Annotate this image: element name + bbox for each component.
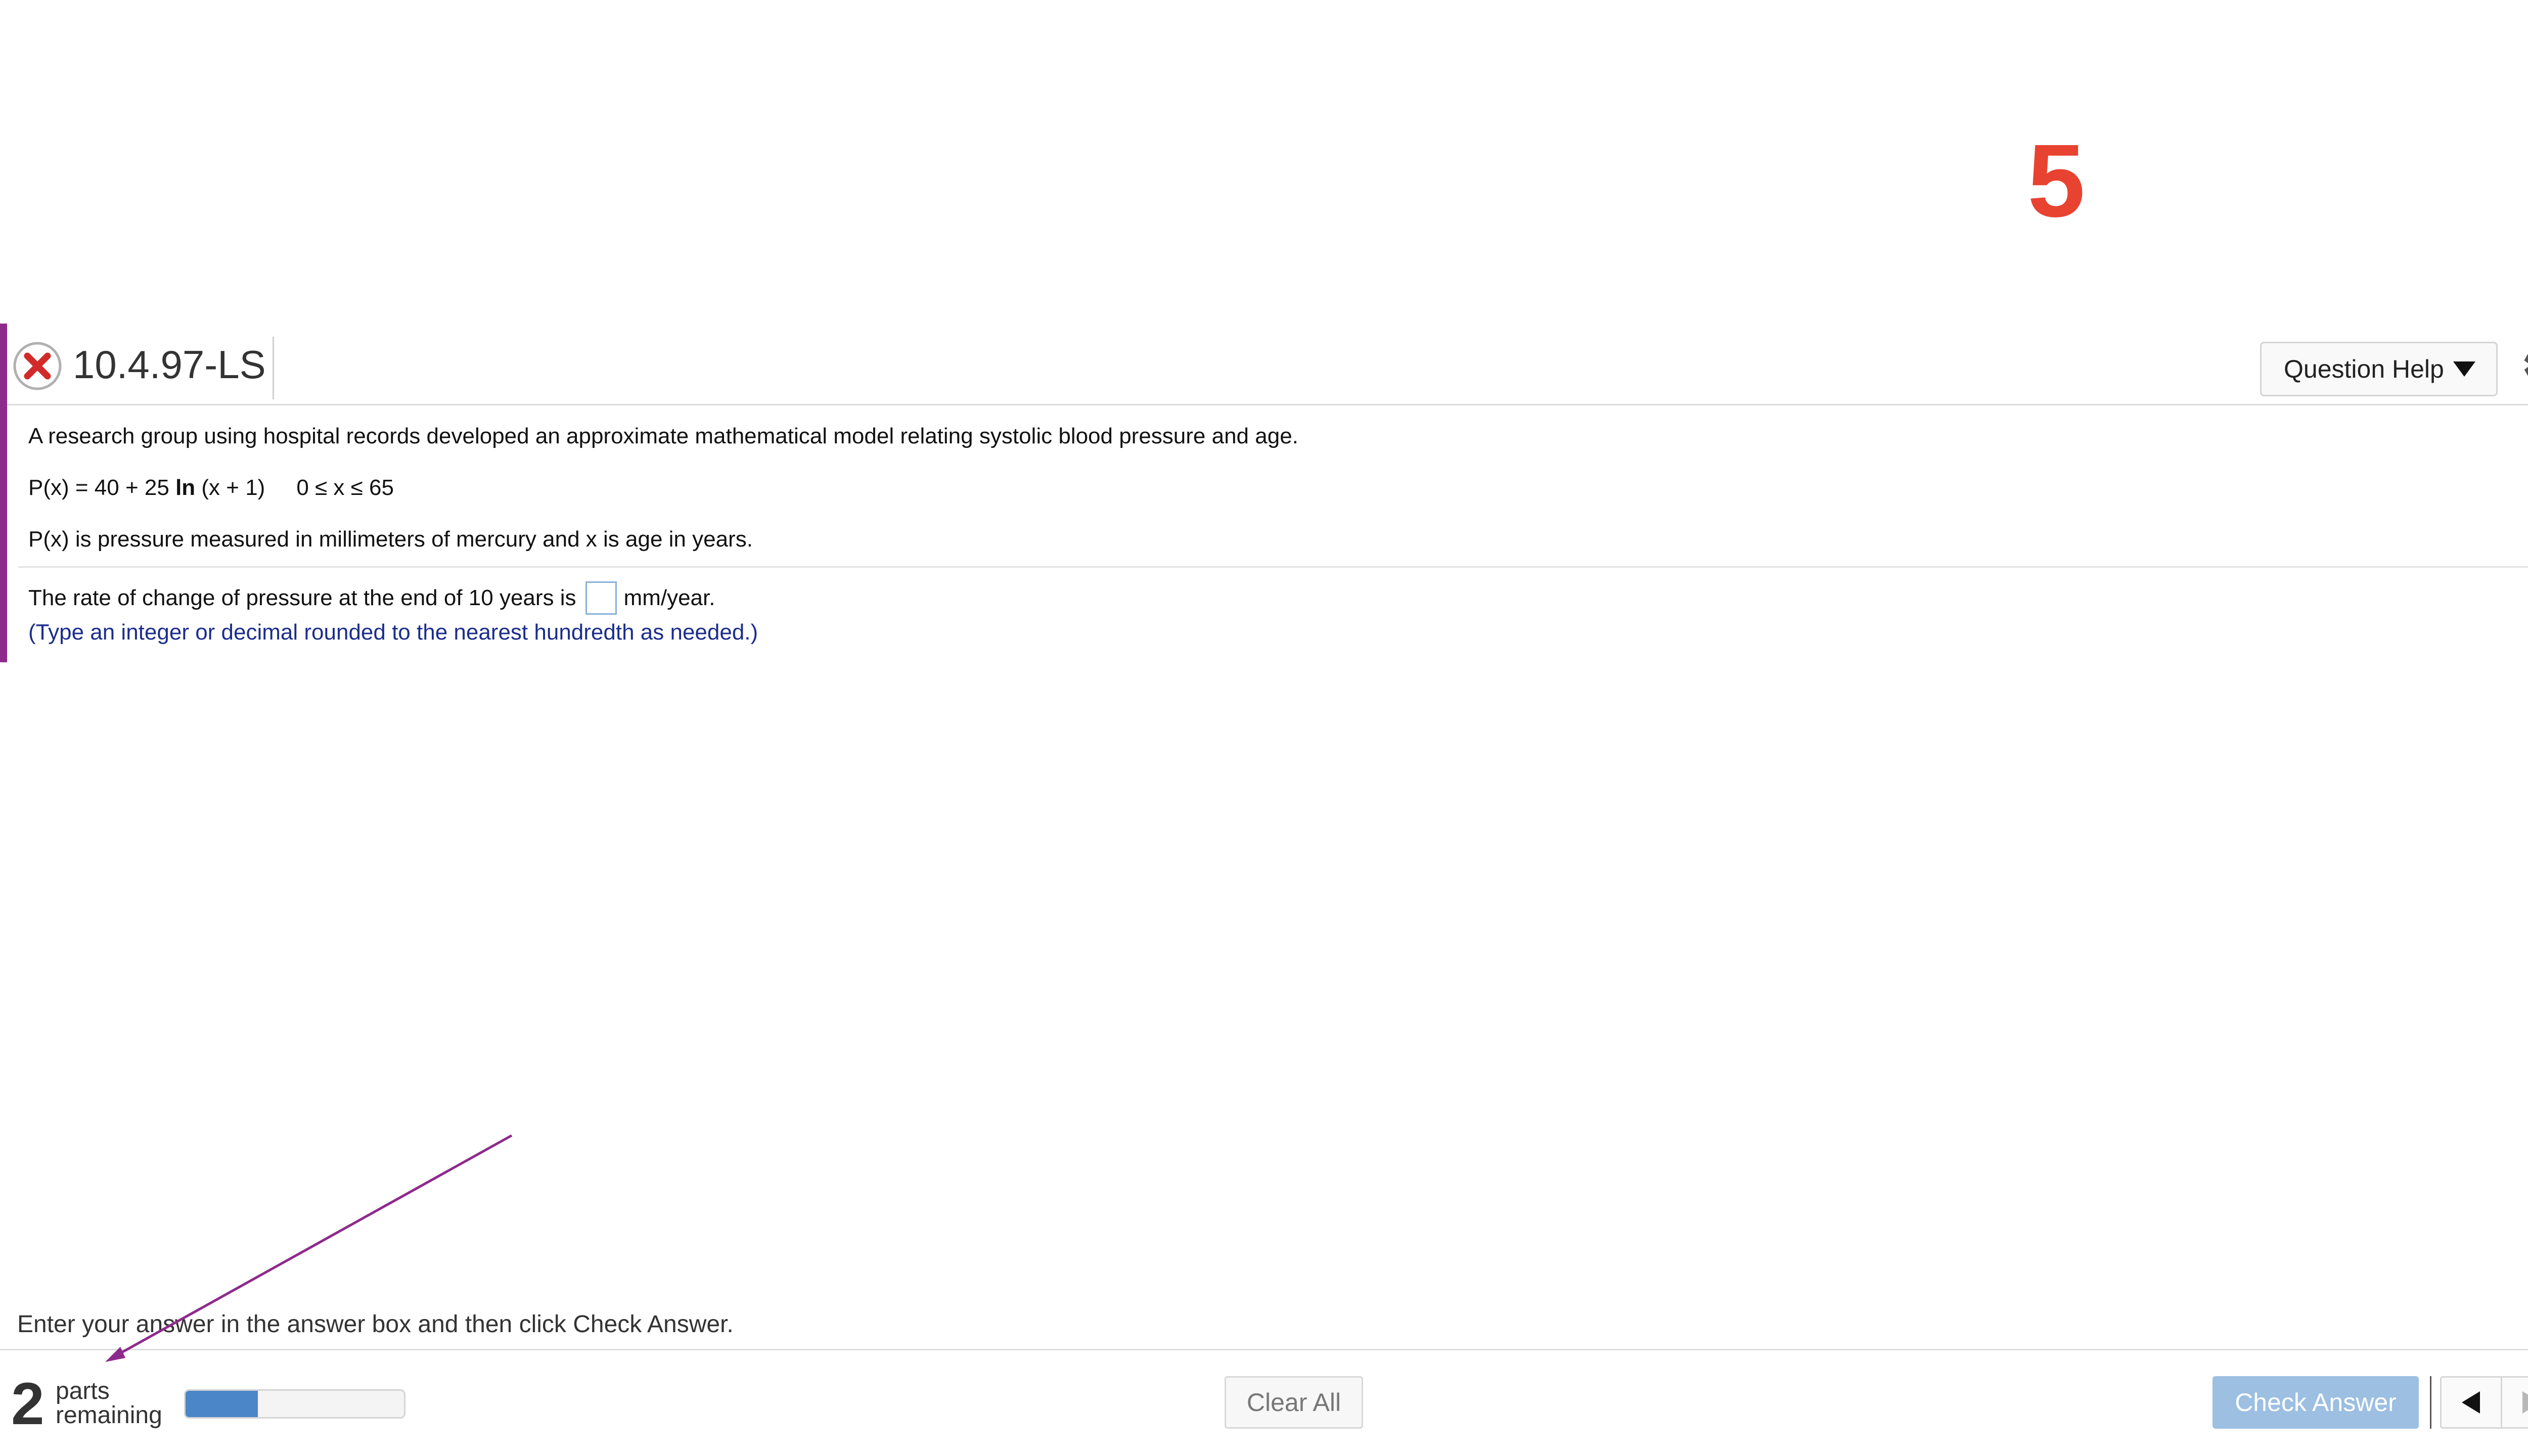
instruction-text: Enter your answer in the answer box and … [17,1311,734,1338]
content-divider [18,566,2528,568]
remaining-label: remaining [56,1402,162,1429]
x-circle-icon [13,342,62,390]
formula-function: ln [175,475,196,500]
answer-input[interactable] [585,581,617,615]
formula-argument: (x + 1) [195,475,265,500]
progress-bar [184,1389,405,1419]
parts-count: 2 [11,1371,44,1437]
caret-down-icon [2453,361,2475,377]
right-triangle-icon [2522,1391,2528,1414]
previous-question-button[interactable] [2442,1378,2501,1427]
overlay-number: 5 [2027,123,2086,239]
footer-divider [0,1349,2528,1350]
left-triangle-icon [2462,1391,2480,1414]
question-id: 10.4.97-LS [73,342,266,387]
check-answer-button[interactable]: Check Answer [2213,1376,2419,1429]
question-header: 10.4.97-LS Question Help [7,324,2528,405]
header-divider [273,337,274,399]
parts-label: parts [56,1378,110,1404]
formula-domain: 0 ≤ x ≤ 65 [296,475,394,500]
formula: P(x) = 40 + 25 ln (x + 1) 0 ≤ x ≤ 65 [28,475,394,500]
answer-hint: (Type an integer or decimal rounded to t… [28,620,758,645]
question-help-label: Question Help [2284,355,2444,383]
clear-all-button[interactable]: Clear All [1225,1376,1363,1429]
progress-fill [186,1391,258,1417]
next-question-button[interactable] [2500,1378,2528,1427]
nav-separator [2430,1376,2431,1429]
variable-definition: P(x) is pressure measured in millimeters… [28,527,753,552]
question-help-button[interactable]: Question Help [2260,342,2498,396]
question-nav [2440,1376,2528,1429]
annotation-arrow [105,1134,513,1362]
formula-lhs: P(x) = 40 + 25 [28,475,176,500]
answer-prefix: The rate of change of pressure at the en… [28,585,576,610]
answer-line: The rate of change of pressure at the en… [28,580,715,616]
answer-suffix: mm/year. [623,585,715,610]
question-accent-bar [0,324,7,662]
gear-icon[interactable] [2516,344,2528,386]
question-intro: A research group using hospital records … [28,424,1298,448]
